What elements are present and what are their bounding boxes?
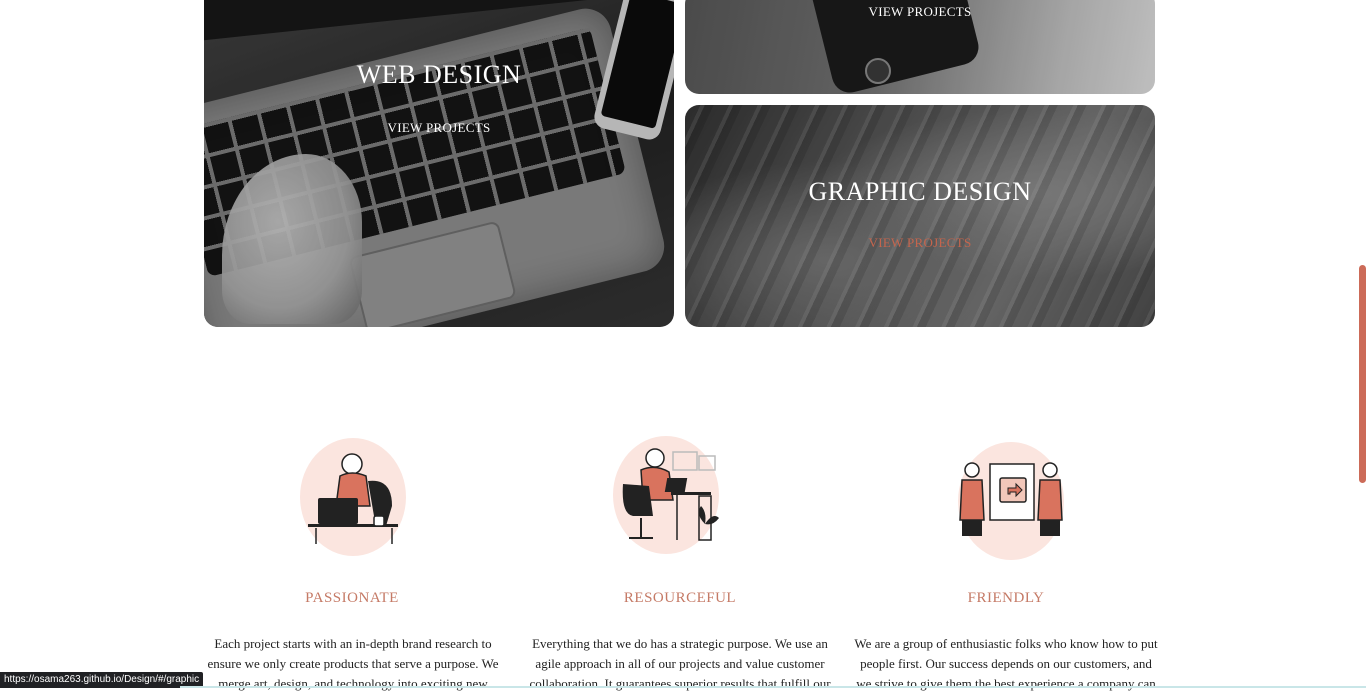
feature-title-passionate: PASSIONATE [305,590,399,606]
feature-text-passionate: Each project starts with an in-depth bra… [207,636,499,691]
person-desk-illustration [613,434,719,554]
web-design-card[interactable]: WEB DESIGN VIEW PROJECTS [204,0,674,327]
feature-text-resourceful: Everything that we do has a strategic pu… [529,636,831,691]
web-design-title: WEB DESIGN [356,60,522,89]
mobile-design-card[interactable]: VIEW PROJECTS [685,0,1155,94]
feature-text-friendly: We are a group of enthusiastic folks who… [854,636,1158,691]
graphic-design-card[interactable]: GRAPHIC DESIGN VIEW PROJECTS [685,105,1155,327]
person-laptop-illustration [300,436,406,556]
graphic-design-title: GRAPHIC DESIGN [808,177,1032,206]
web-design-view-projects-link[interactable]: VIEW PROJECTS [204,120,674,136]
people-share-illustration [958,440,1064,560]
feature-title-resourceful: RESOURCEFUL [623,590,737,606]
graphic-design-view-projects-link[interactable]: VIEW PROJECTS [685,235,1155,251]
link-status-url: https://osama263.github.io/Design/#/grap… [0,672,204,688]
scrollbar-thumb[interactable] [1359,265,1366,483]
feature-title-friendly: FRIENDLY [967,590,1045,606]
mobile-design-view-projects-link[interactable]: VIEW PROJECTS [685,4,1155,20]
